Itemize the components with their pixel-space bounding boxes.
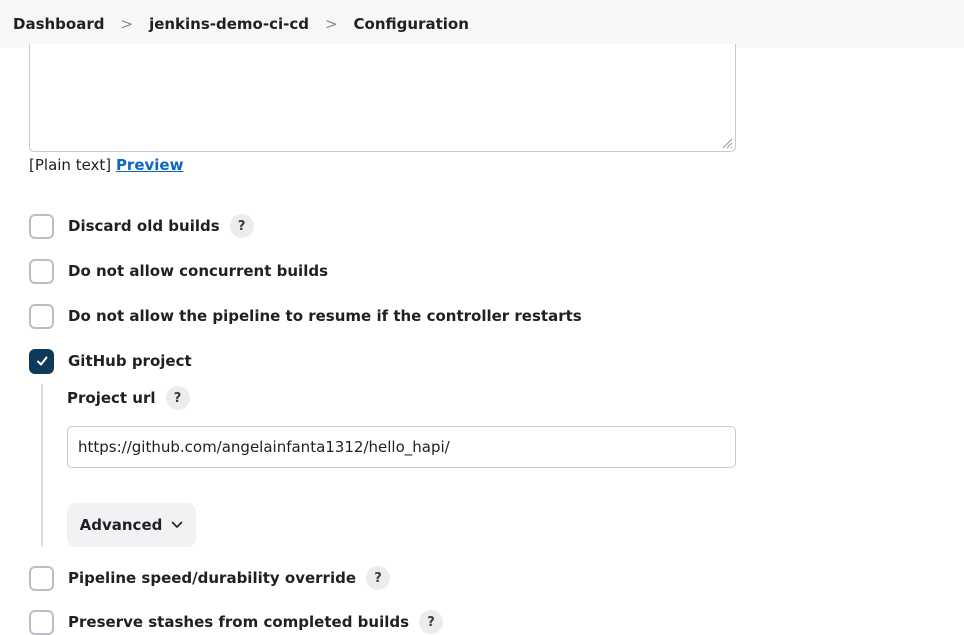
github-project-label: GitHub project — [68, 352, 192, 370]
no-resume-label: Do not allow the pipeline to resume if t… — [68, 307, 582, 325]
breadcrumb-job[interactable]: jenkins-demo-ci-cd — [149, 15, 309, 33]
advanced-label: Advanced — [79, 516, 163, 534]
no-concurrent-builds-checkbox[interactable] — [29, 258, 54, 284]
description-textarea[interactable] — [29, 44, 736, 152]
pipeline-durability-checkbox[interactable] — [29, 565, 54, 591]
pipeline-durability-label: Pipeline speed/durability override — [68, 569, 357, 587]
project-url-label-row: Project url ? — [67, 385, 190, 411]
option-pipeline-durability: Pipeline speed/durability override ? — [29, 565, 391, 591]
project-url-label: Project url — [67, 389, 156, 407]
breadcrumb-configuration[interactable]: Configuration — [354, 15, 469, 33]
discard-old-builds-label: Discard old builds — [68, 217, 220, 235]
option-preserve-stashes: Preserve stashes from completed builds ? — [29, 609, 444, 635]
preserve-stashes-checkbox[interactable] — [29, 609, 54, 635]
breadcrumb: Dashboard > jenkins-demo-ci-cd > Configu… — [0, 0, 964, 48]
discard-old-builds-checkbox[interactable] — [29, 213, 54, 239]
github-project-checkbox[interactable] — [29, 348, 54, 374]
help-icon[interactable]: ? — [229, 214, 254, 238]
preview-link[interactable]: Preview — [116, 156, 184, 174]
no-resume-checkbox[interactable] — [29, 303, 54, 329]
preserve-stashes-label: Preserve stashes from completed builds — [68, 613, 410, 631]
option-github-project: GitHub project — [29, 348, 192, 374]
format-text: [Plain text] — [29, 156, 112, 174]
chevron-down-icon — [172, 521, 183, 528]
chevron-right-icon: > — [324, 15, 338, 33]
description-format-row: [Plain text] Preview — [29, 156, 183, 174]
help-icon[interactable]: ? — [165, 386, 190, 410]
option-no-concurrent-builds: Do not allow concurrent builds — [29, 258, 328, 284]
no-concurrent-builds-label: Do not allow concurrent builds — [68, 262, 328, 280]
advanced-button[interactable]: Advanced — [67, 503, 196, 547]
help-icon[interactable]: ? — [419, 610, 444, 634]
check-icon — [36, 356, 47, 366]
option-discard-old-builds: Discard old builds ? — [29, 213, 254, 239]
resize-grip-icon[interactable] — [721, 137, 733, 149]
nested-section-indicator — [41, 384, 43, 547]
chevron-right-icon: > — [120, 15, 134, 33]
breadcrumb-dashboard[interactable]: Dashboard — [13, 15, 104, 33]
help-icon[interactable]: ? — [366, 566, 391, 590]
project-url-input[interactable] — [67, 426, 736, 468]
option-no-resume: Do not allow the pipeline to resume if t… — [29, 303, 582, 329]
